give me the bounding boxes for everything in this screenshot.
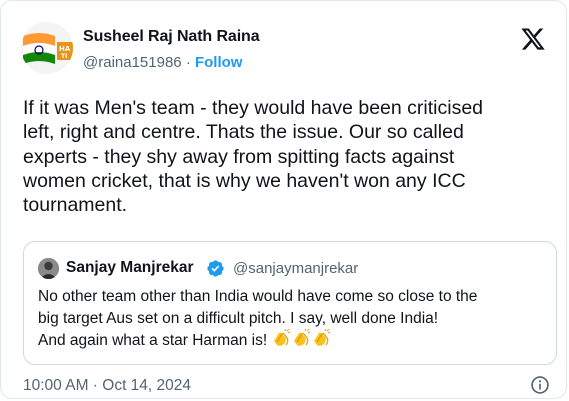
quoted-author-handle[interactable]: @sanjaymanjrekar <box>233 260 358 277</box>
indian-flag-avatar-icon: HA TI <box>21 22 73 74</box>
quoted-author-avatar[interactable] <box>38 258 59 279</box>
clapping-hands-icon <box>294 329 311 346</box>
info-icon[interactable] <box>530 375 550 395</box>
x-logo-icon[interactable] <box>520 26 546 52</box>
author-handle[interactable]: @raina151986 <box>83 54 182 71</box>
quoted-author-name[interactable]: Sanjay Manjrekar <box>66 259 194 277</box>
author-avatar[interactable]: HA TI <box>21 22 73 74</box>
tweet-text-line: If it was Men's team - they would have b… <box>23 97 484 119</box>
person-avatar-icon <box>38 258 59 279</box>
tweet-timestamp[interactable]: 10:00 AM · Oct 14, 2024 <box>23 377 191 395</box>
tweet-text-line: experts - they shy away from spitting fa… <box>23 145 455 168</box>
follow-button[interactable]: Follow <box>195 54 243 71</box>
quoted-text-line: big target Aus set on a difficult pitch.… <box>38 309 439 327</box>
tweet-card: HA TI Susheel Raj Nath Raina @raina15198… <box>0 0 567 399</box>
quoted-text-line-3: And again what a star Harman is! <box>38 332 268 349</box>
tweet-text-line: left, right and centre. Thats the issue.… <box>23 121 464 144</box>
meta-separator: · <box>185 54 191 71</box>
clapping-hands-icon <box>314 329 331 346</box>
quoted-tweet-text: No other team other than India would hav… <box>38 286 548 352</box>
svg-text:HA: HA <box>59 45 71 53</box>
author-name[interactable]: Susheel Raj Nath Raina <box>83 28 260 46</box>
svg-text:TI: TI <box>61 53 67 60</box>
quoted-text-line: And again what a star Harman is! <box>38 329 548 352</box>
quoted-tweet[interactable]: Sanjay Manjrekar @sanjaymanjrekar No oth… <box>23 241 557 365</box>
clap-emojis <box>271 329 331 349</box>
clapping-hands-icon <box>274 329 291 346</box>
tweet-text-line: women cricket, that is why we haven't wo… <box>23 169 466 192</box>
tweet-text-line: tournament. <box>23 194 128 217</box>
tweet-text: If it was Men's team - they would have b… <box>23 96 553 217</box>
quoted-text-line: No other team other than India would hav… <box>38 288 478 305</box>
verified-badge-icon <box>207 260 224 277</box>
author-meta: @raina151986 · Follow <box>83 54 242 71</box>
